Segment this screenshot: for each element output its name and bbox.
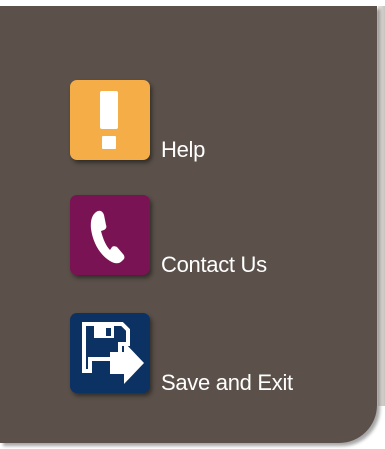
app-window: Help Contact Us Save and Exit — [0, 0, 385, 449]
help-menu-item[interactable]: Help — [70, 80, 205, 163]
save-and-exit-menu-item[interactable]: Save and Exit — [70, 313, 293, 396]
contact-us-label[interactable]: Contact Us — [161, 252, 267, 278]
contact-us-button[interactable] — [70, 195, 150, 275]
panel-edge — [378, 6, 385, 406]
contact-us-menu-item[interactable]: Contact Us — [70, 195, 267, 278]
help-label[interactable]: Help — [161, 137, 205, 163]
phone-icon — [90, 210, 125, 264]
menu-panel: Help Contact Us Save and Exit — [0, 6, 377, 443]
save-and-exit-button[interactable] — [70, 313, 150, 393]
exclamation-icon — [100, 91, 118, 149]
save-and-exit-label[interactable]: Save and Exit — [161, 370, 293, 396]
save-exit-icon — [82, 322, 144, 384]
help-button[interactable] — [70, 80, 150, 160]
